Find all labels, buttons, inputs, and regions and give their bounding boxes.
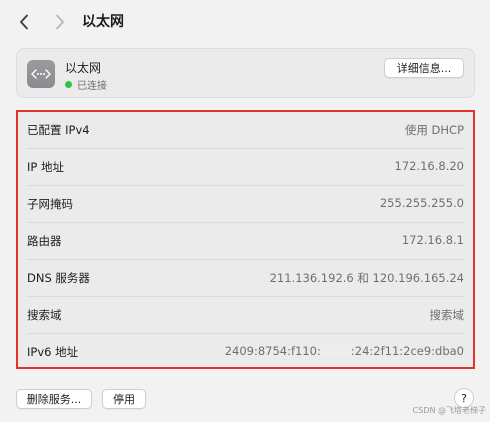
info-row-ipv6-address: IPv6 地址 2409:8754:f110: :24:2f11:2ce9:dba…: [17, 333, 474, 370]
details-button[interactable]: 详细信息...: [384, 58, 464, 78]
disable-button[interactable]: 停用: [102, 389, 146, 409]
ipv6-value-start: 2409:8754:f110:: [224, 344, 321, 358]
connection-status: 已连接: [65, 77, 107, 92]
chevron-right-icon[interactable]: [48, 10, 72, 34]
info-label: 路由器: [27, 234, 62, 248]
chevron-left-icon[interactable]: [12, 10, 36, 34]
info-value: 211.136.192.6 和 120.196.165.24: [269, 271, 464, 285]
delete-service-button[interactable]: 删除服务...: [16, 389, 92, 409]
info-row-ip-address: IP 地址 172.16.8.20: [17, 148, 474, 185]
info-row-dns-servers: DNS 服务器 211.136.192.6 和 120.196.165.24: [17, 259, 474, 296]
status-text: 已连接: [77, 81, 107, 92]
info-row-router: 路由器 172.16.8.1: [17, 222, 474, 259]
info-row-subnet-mask: 子网掩码 255.255.255.0: [17, 185, 474, 222]
info-label: 已配置 IPv4: [27, 123, 90, 137]
info-label: IP 地址: [27, 160, 64, 174]
info-value: 172.16.8.1: [401, 233, 464, 247]
info-value: 2409:8754:f110: :24:2f11:2ce9:dba0: [225, 344, 464, 358]
info-value: 172.16.8.20: [394, 159, 465, 173]
service-name: 以太网: [65, 61, 102, 75]
page-title: 以太网: [82, 14, 124, 30]
watermark: CSDN @飞塔老梯子: [412, 406, 486, 415]
info-row-ipv4-config: 已配置 IPv4 使用 DHCP: [17, 111, 474, 148]
info-label: 子网掩码: [27, 197, 73, 211]
info-value: 255.255.255.0: [379, 196, 464, 210]
info-label: DNS 服务器: [27, 271, 90, 285]
network-info-table: 已配置 IPv4 使用 DHCP IP 地址 172.16.8.20 子网掩码 …: [16, 110, 475, 369]
info-value: 使用 DHCP: [404, 123, 464, 137]
ethernet-icon: [27, 60, 55, 88]
redacted-segment: [320, 345, 351, 357]
status-dot-icon: [65, 81, 72, 88]
info-row-search-domain: 搜索域 搜索域: [17, 296, 474, 333]
info-label: IPv6 地址: [27, 345, 79, 359]
navigation-bar: 以太网: [0, 0, 490, 44]
info-value: 搜索域: [429, 308, 465, 322]
ipv6-value-end: :24:2f11:2ce9:dba0: [350, 344, 464, 358]
ethernet-header-card: 以太网 已连接 详细信息...: [16, 48, 475, 98]
info-label: 搜索域: [27, 308, 62, 322]
ethernet-settings-window: 以太网 以太网 已连接 详细信息... 已配置 IPv4 使用 DHCP IP …: [0, 0, 490, 422]
